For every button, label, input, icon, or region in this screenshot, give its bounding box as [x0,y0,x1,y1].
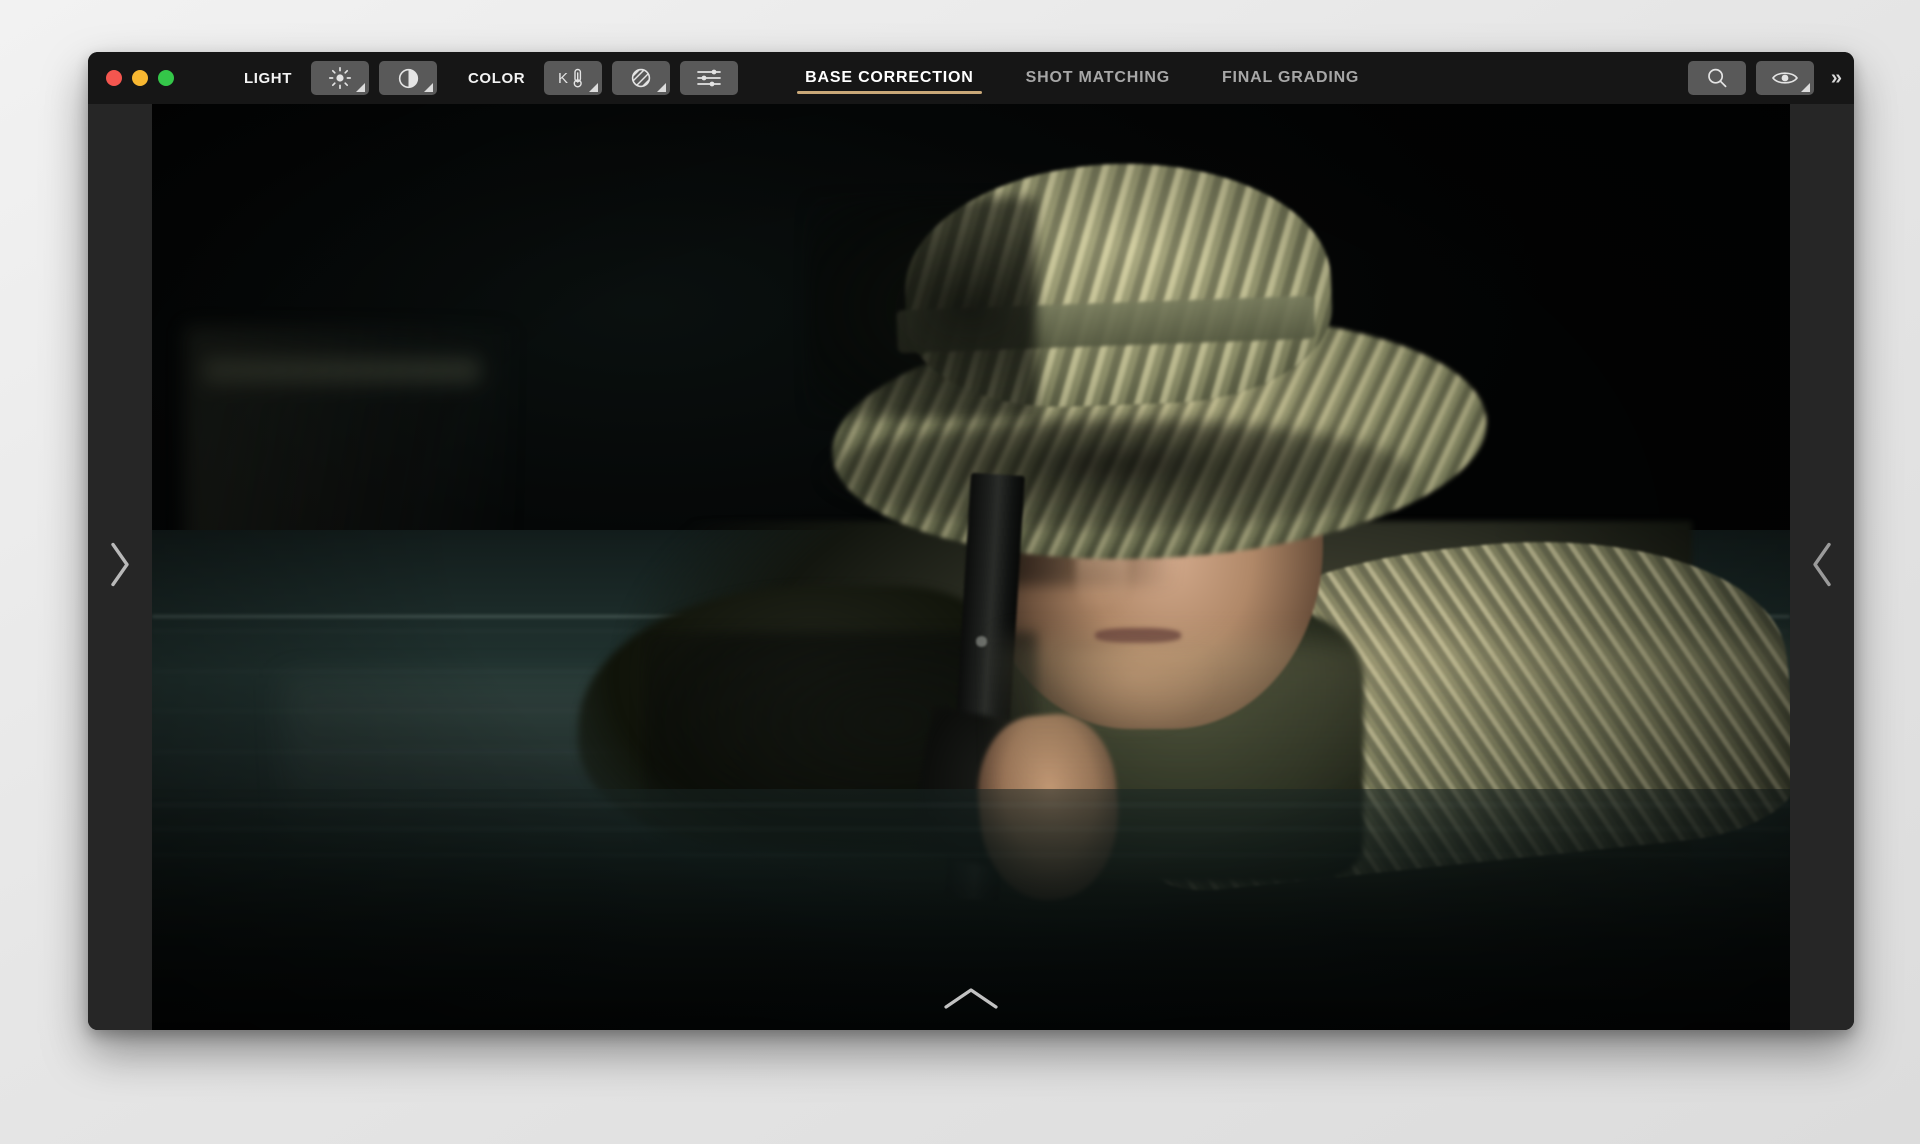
photo-rifle-detail [975,636,988,647]
window-controls [106,70,174,86]
image-viewer[interactable] [152,104,1790,1030]
zoom-button[interactable] [158,70,174,86]
mode-tabs: BASE CORRECTION SHOT MATCHING FINAL GRAD… [779,52,1385,104]
levels-button[interactable] [680,61,739,95]
tab-final-grading[interactable]: FINAL GRADING [1196,52,1385,104]
brightness-button[interactable] [311,61,369,95]
photo-wave [152,827,1790,830]
search-icon [1705,66,1729,90]
corner-marker-icon [657,83,667,92]
close-button[interactable] [106,70,122,86]
desktop-background: LIGHT COLOR K BASE CORRECTION SHOT MATCH… [0,0,1920,1144]
right-panel-rail [1790,104,1854,1030]
saturation-button[interactable] [612,61,671,95]
photo-wave [152,803,1790,806]
saturation-icon [629,66,653,90]
tab-label: FINAL GRADING [1221,69,1360,86]
eye-icon [1771,68,1799,88]
corner-marker-icon [424,83,433,92]
tab-label: SHOT MATCHING [1025,69,1170,86]
viewer-canvas [88,104,1854,1030]
photo-wave [152,854,1790,857]
photo-brim-shadow [823,418,1414,530]
application-window: LIGHT COLOR K BASE CORRECTION SHOT MATCH… [88,52,1854,1030]
corner-marker-icon [1800,83,1810,92]
contrast-button[interactable] [379,61,437,95]
svg-text:K: K [558,70,568,87]
color-group-label: COLOR [468,69,526,87]
tab-base-correction[interactable]: BASE CORRECTION [779,52,999,104]
preview-visibility-button[interactable] [1755,61,1814,95]
tab-shot-matching[interactable]: SHOT MATCHING [1000,52,1196,104]
chevron-up-icon[interactable] [940,983,1002,1018]
brightness-icon [328,66,352,90]
search-button[interactable] [1687,61,1746,95]
corner-marker-icon [356,83,365,92]
window-toolbar: LIGHT COLOR K BASE CORRECTION SHOT MATCH… [88,52,1854,104]
temperature-button[interactable]: K [544,61,603,95]
chevron-right-icon[interactable] [105,537,135,598]
toolbar-overflow-button[interactable]: » [1831,67,1842,90]
contrast-icon [397,67,420,90]
photo-hat-shadow [807,196,1037,419]
levels-sliders-icon [696,67,722,89]
toolbar-right-group: » [1683,61,1842,95]
graded-frame-image [152,104,1790,1030]
temperature-kelvin-icon: K [555,66,591,90]
minimize-button[interactable] [132,70,148,86]
corner-marker-icon [589,83,599,92]
tab-label: BASE CORRECTION [805,69,974,86]
left-panel-rail [88,104,152,1030]
light-group-label: LIGHT [244,69,292,87]
chevron-left-icon[interactable] [1807,537,1837,598]
